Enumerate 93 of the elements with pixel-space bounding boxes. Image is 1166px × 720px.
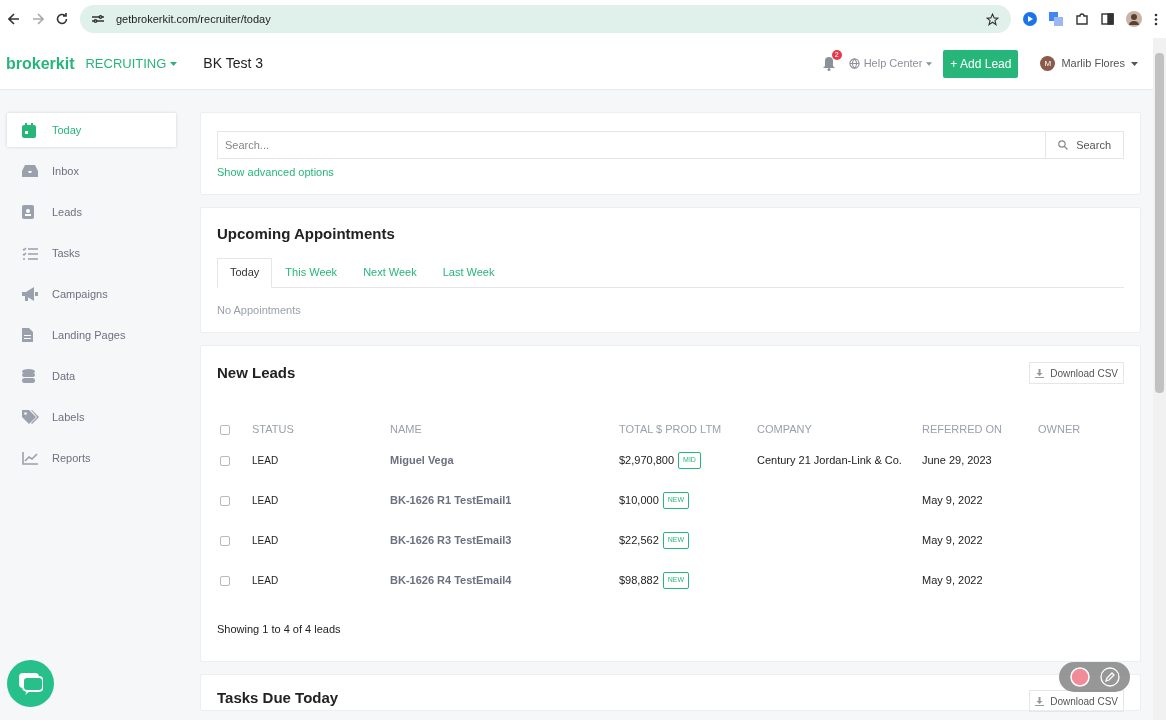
sidebar-item[interactable]: Today (7, 113, 176, 147)
total-cell-text: $98,882 (619, 573, 659, 589)
more-icon[interactable] (1154, 12, 1158, 26)
tab[interactable]: Today (217, 257, 273, 288)
date-cell-text: June 29, 2023 (922, 453, 993, 469)
tab[interactable]: This Week (272, 257, 351, 288)
date-cell-text: May 9, 2022 (922, 493, 984, 509)
status-cell-text: LEAD (252, 534, 280, 548)
forward-icon[interactable] (32, 13, 44, 25)
lead-name-link[interactable]: Miguel Vega (390, 452, 619, 469)
column-header: TOTAL $ PROD LTM (619, 422, 723, 438)
help-center-dropdown[interactable]: Help Center (848, 55, 933, 72)
column-header: COMPANY (757, 422, 813, 438)
sidebar-item[interactable]: Leads (7, 195, 176, 229)
notifications-button[interactable] (822, 56, 835, 71)
sidebar-item[interactable]: Inbox (7, 154, 176, 188)
section-title: New Leads (217, 363, 296, 383)
chat-button[interactable] (7, 660, 54, 707)
user-menu[interactable]: M Marlib Flores (1040, 55, 1138, 72)
document-icon (22, 328, 33, 342)
column-header: OWNER (1038, 422, 1082, 438)
sidebar-item[interactable]: Campaigns (7, 277, 176, 311)
checkbox[interactable] (220, 455, 230, 466)
column-header: REFERRED ON (922, 422, 1004, 438)
lead-name-link[interactable]: BK-1626 R1 TestEmail1 (390, 492, 619, 509)
reload-icon[interactable] (56, 13, 68, 25)
date-cell-text: May 9, 2022 (922, 533, 984, 549)
sidebar-item[interactable]: Tasks (7, 236, 176, 270)
megaphone-icon (22, 287, 38, 301)
caret-icon (926, 61, 933, 66)
tab[interactable]: Next Week (350, 257, 430, 288)
date-cell-text: May 9, 2022 (922, 573, 984, 589)
sidebar-item[interactable]: Landing Pages (7, 318, 176, 352)
site-settings-icon[interactable] (92, 14, 104, 24)
status-cell-text: LEAD (252, 574, 280, 588)
status-cell-text: LEAD (252, 494, 280, 508)
globe-icon (848, 58, 860, 69)
section-title: Upcoming Appointments (217, 224, 396, 244)
download-icon (1035, 696, 1045, 706)
checkbox[interactable] (220, 535, 230, 546)
add-lead-button[interactable]: + Add Lead (943, 49, 1019, 78)
star-icon[interactable] (986, 12, 999, 26)
sidebar-item[interactable]: Labels (7, 400, 176, 434)
total-cell-text: $22,562 (619, 533, 659, 549)
task-list-icon (22, 246, 38, 260)
search-icon (1058, 140, 1069, 150)
brand-logo: brokerkit (6, 53, 75, 74)
empty-message: No Appointments (217, 302, 302, 318)
checkbox[interactable] (220, 424, 230, 435)
line-chart-icon (22, 451, 38, 465)
lead-name-link[interactable]: BK-1626 R4 TestEmail4 (390, 572, 619, 589)
module-dropdown[interactable]: RECRUITING (85, 53, 178, 74)
chat-icon (18, 672, 43, 695)
address-bar[interactable]: getbrokerkit.com/recruiter/today (80, 5, 1011, 33)
translate-icon[interactable] (1049, 12, 1063, 26)
caret-icon (170, 61, 178, 66)
download-icon (1035, 368, 1045, 378)
pencil-icon[interactable] (1099, 667, 1120, 687)
tag-icon (22, 410, 39, 424)
caret-icon (1131, 61, 1138, 66)
extension-icon[interactable] (1023, 12, 1037, 26)
sidebar-item[interactable]: Data (7, 359, 176, 393)
profile-avatar-icon[interactable] (1126, 11, 1142, 27)
lead-name-link[interactable]: BK-1626 R3 TestEmail3 (390, 532, 619, 549)
tab[interactable]: Last Week (429, 257, 508, 288)
search-button[interactable]: Search (1046, 131, 1124, 159)
puzzle-icon[interactable] (1075, 12, 1089, 26)
database-icon (22, 369, 35, 383)
calendar-icon (22, 122, 36, 138)
bell-icon (822, 56, 835, 71)
user-avatar: M (1040, 56, 1056, 71)
advanced-options-link[interactable]: Show advanced options (217, 164, 334, 181)
company-cell-text: Century 21 Jordan-Link & Co. (757, 453, 903, 469)
total-cell-text: $2,970,800 (619, 453, 675, 469)
sidebar-item[interactable]: Reports (7, 441, 176, 475)
status-cell-text: LEAD (252, 454, 280, 468)
account-name: BK Test 3 (203, 54, 264, 73)
section-title: Tasks Due Today (217, 688, 339, 708)
inbox-icon (22, 165, 38, 177)
checkbox[interactable] (220, 575, 230, 586)
column-header: STATUS (252, 422, 295, 438)
back-icon[interactable] (8, 13, 20, 25)
side-panel-icon[interactable] (1101, 13, 1114, 25)
url-text: getbrokerkit.com/recruiter/today (116, 11, 272, 27)
record-icon[interactable] (1069, 667, 1090, 687)
search-field[interactable]: Search... (217, 131, 1047, 159)
scrollbar[interactable] (1153, 38, 1166, 720)
checkbox[interactable] (220, 495, 230, 506)
pagination-info: Showing 1 to 4 of 4 leads (217, 621, 342, 637)
download-csv-button[interactable]: Download CSV (1029, 362, 1124, 385)
total-cell-text: $10,000 (619, 493, 659, 509)
column-header: NAME (390, 422, 423, 438)
contact-card-icon (22, 205, 34, 219)
